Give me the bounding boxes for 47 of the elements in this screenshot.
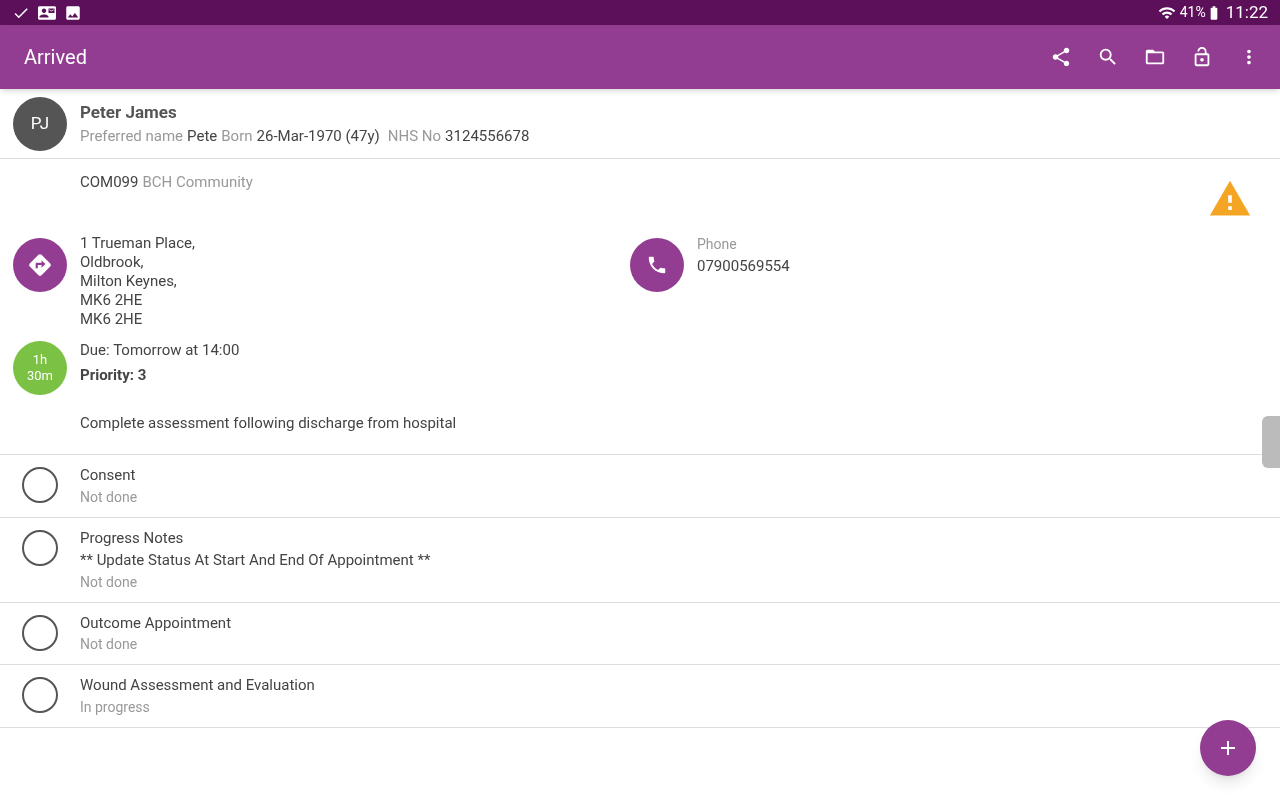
task-checkbox[interactable] xyxy=(21,614,58,651)
born-label: Born xyxy=(221,126,253,147)
battery-percent: 41% xyxy=(1179,3,1206,22)
address-line: Oldbrook, xyxy=(80,252,145,272)
add-button[interactable] xyxy=(1200,720,1256,776)
task-row[interactable]: Consent Not done xyxy=(0,455,1280,518)
service-name: BCH Community xyxy=(142,172,253,193)
task-status: Not done xyxy=(80,635,139,654)
task-row[interactable]: Outcome Appointment Not done xyxy=(0,602,1280,665)
task-title: Outcome Appointment xyxy=(80,612,232,634)
task-status: In progress xyxy=(80,697,151,717)
preferred-name: Pete xyxy=(187,126,218,147)
task-checkbox[interactable] xyxy=(21,529,58,566)
task-title: Consent xyxy=(80,465,137,486)
task-title: Wound Assessment and Evaluation xyxy=(80,675,315,696)
appointment-description: Complete assessment following discharge from hospital xyxy=(79,412,458,434)
scroll-handle[interactable] xyxy=(1262,416,1280,468)
task-checkbox[interactable] xyxy=(21,467,58,503)
phone-label: Phone xyxy=(697,234,738,254)
directions-icon xyxy=(27,251,53,278)
priority: Priority: 3 xyxy=(80,365,148,386)
patient-name: Peter James xyxy=(80,100,178,124)
task-status: Not done xyxy=(80,572,139,592)
patient-avatar: PJ xyxy=(13,96,67,151)
task-checkbox[interactable] xyxy=(21,677,58,713)
task-row[interactable]: Progress Notes ** Update Status At Start And End Of Appointment ** Not done xyxy=(0,517,1280,603)
birth-date: 26-Mar-1970 (47y) xyxy=(256,126,380,147)
nhs-number: 3124556678 xyxy=(445,126,530,147)
task-title: Progress Notes xyxy=(80,527,185,549)
address-line: MK6 2HE xyxy=(80,290,144,310)
task-note: ** Update Status At Start And End Of Appointment ** xyxy=(80,550,431,571)
image-icon xyxy=(64,3,82,22)
due-time: Due: Tomorrow at 14:00 xyxy=(80,339,240,361)
address-line: Milton Keynes, xyxy=(80,271,178,291)
address-line: 1 Trueman Place, xyxy=(80,233,195,253)
nhs-label: NHS No xyxy=(387,126,442,147)
task-status: Not done xyxy=(80,487,138,507)
directions-button[interactable] xyxy=(13,237,67,292)
clock: 11:22 xyxy=(1225,0,1268,24)
search-icon[interactable] xyxy=(1097,46,1119,68)
service-code: COM099 xyxy=(80,172,139,193)
phone-number: 07900569554 xyxy=(697,255,790,277)
preferred-label: Preferred name xyxy=(80,126,184,147)
duration-badge: 1h 30m xyxy=(13,340,67,395)
phone-button[interactable] xyxy=(630,237,684,292)
address-line: MK6 2HE xyxy=(80,309,144,329)
app-bar-title: Arrived xyxy=(24,44,88,71)
